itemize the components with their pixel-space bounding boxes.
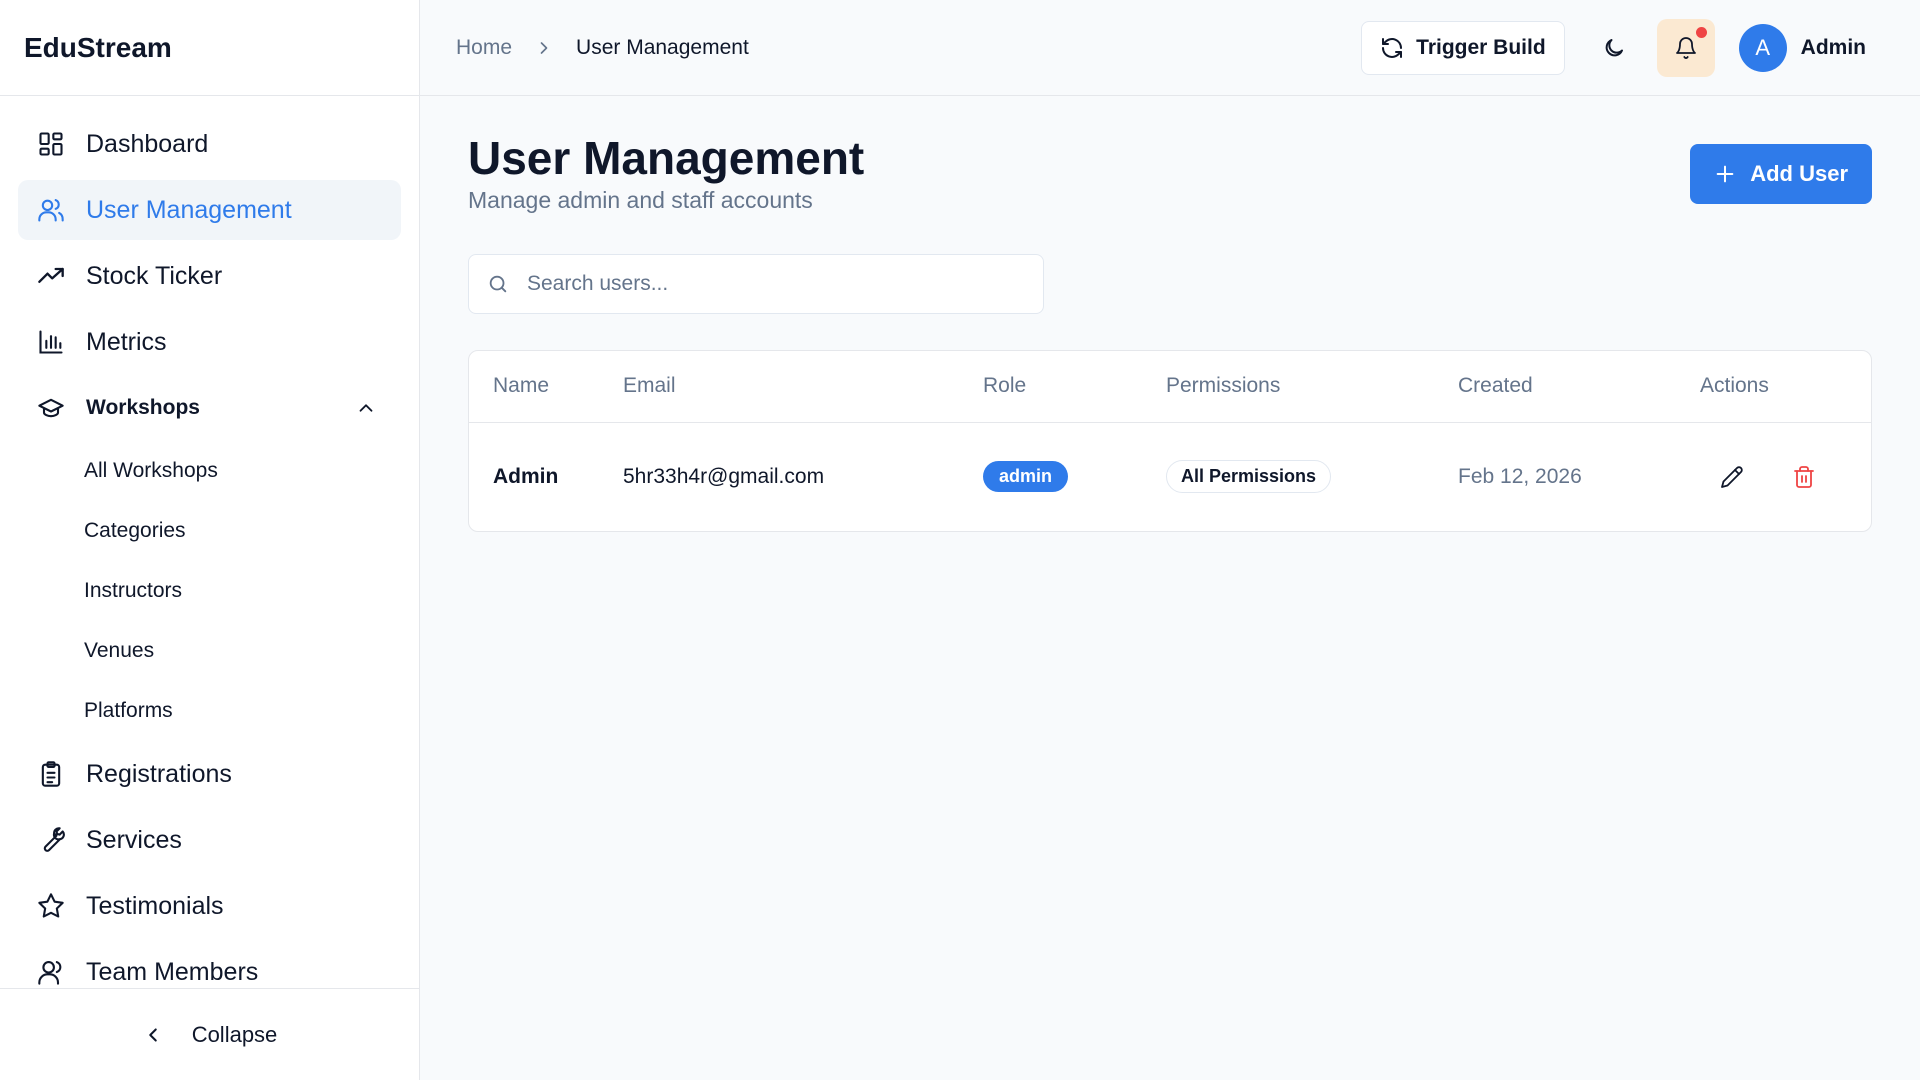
sidebar-item-dashboard[interactable]: Dashboard — [18, 114, 401, 174]
column-header-actions: Actions — [1700, 374, 1769, 398]
column-header-created[interactable]: Created — [1458, 374, 1700, 398]
column-header-name[interactable]: Name — [469, 374, 623, 398]
brand-logo[interactable]: EduStream — [0, 0, 419, 96]
sidebar-item-team-members[interactable]: Team Members — [18, 942, 401, 988]
sidebar-item-label: Dashboard — [86, 129, 209, 158]
sidebar-subitem-venues[interactable]: Venues — [18, 624, 401, 678]
plus-icon — [1716, 165, 1734, 183]
sidebar-item-label: Metrics — [86, 327, 167, 356]
pencil-icon — [1721, 466, 1743, 488]
notification-dot — [1695, 26, 1707, 38]
page-subtitle: Manage admin and staff accounts — [468, 186, 813, 213]
trigger-build-button[interactable]: Trigger Build — [1361, 20, 1565, 75]
add-user-label: Add User — [1750, 161, 1848, 186]
edit-user-button[interactable] — [1712, 457, 1752, 497]
sidebar-item-services[interactable]: Services — [18, 810, 401, 870]
moon-icon — [1605, 38, 1623, 56]
cell-permissions: All Permissions — [1166, 460, 1458, 494]
sidebar-item-user-management[interactable]: User Management — [18, 180, 401, 240]
cell-created: Feb 12, 2026 — [1458, 464, 1582, 488]
cell-name: Admin — [493, 464, 559, 488]
sidebar-subitem-platforms[interactable]: Platforms — [18, 684, 401, 738]
sidebar-subitem-all-workshops[interactable]: All Workshops — [18, 444, 401, 498]
chevron-up-icon[interactable] — [355, 397, 377, 419]
sidebar-subitem-instructors[interactable]: Instructors — [18, 564, 401, 618]
sidebar-item-stock-ticker[interactable]: Stock Ticker — [18, 246, 401, 306]
role-badge: admin — [983, 461, 1069, 493]
page-header: User Management Manage admin and staff a… — [468, 132, 1872, 214]
column-header-permissions[interactable]: Permissions — [1166, 374, 1458, 398]
column-header-role[interactable]: Role — [983, 374, 1166, 398]
clipboard-icon — [36, 759, 66, 789]
collapse-button[interactable]: Collapse — [0, 988, 419, 1080]
breadcrumb: Home User Management — [456, 36, 749, 60]
table-header: Name Email Role Permissions Created Acti… — [469, 351, 1871, 423]
delete-user-button[interactable] — [1784, 457, 1824, 497]
user-menu[interactable]: A Admin — [1738, 23, 1866, 72]
top-actions: Trigger Build A Admin — [1361, 18, 1866, 77]
graduation-cap-icon — [36, 393, 66, 423]
cell-role: admin — [983, 461, 1166, 493]
page-content: User Management Manage admin and staff a… — [420, 96, 1920, 532]
permissions-badge: All Permissions — [1166, 460, 1332, 494]
chevron-right-icon — [534, 38, 554, 58]
breadcrumb-home[interactable]: Home — [456, 36, 512, 60]
sidebar-item-label: Registrations — [86, 759, 232, 788]
users-table: Name Email Role Permissions Created Acti… — [468, 349, 1872, 532]
cell-email: 5hr33h4r@gmail.com — [623, 464, 825, 488]
sidebar-item-testimonials[interactable]: Testimonials — [18, 876, 401, 936]
sidebar-item-label: Services — [86, 825, 182, 854]
sidebar-nav: Dashboard User Management Stock Ticker M… — [0, 96, 419, 988]
theme-toggle-button[interactable] — [1585, 19, 1643, 77]
star-icon — [36, 891, 66, 921]
trash-icon — [1793, 465, 1814, 488]
user-name: Admin — [1800, 35, 1866, 59]
table-row: Admin 5hr33h4r@gmail.com admin All Permi… — [469, 423, 1871, 531]
cell-actions — [1700, 457, 1871, 497]
app-root: EduStream Dashboard User Management Stoc… — [0, 0, 1920, 1080]
add-user-button[interactable]: Add User — [1690, 144, 1872, 204]
user-icon — [36, 957, 66, 987]
bell-icon — [1675, 36, 1696, 59]
sidebar-item-metrics[interactable]: Metrics — [18, 312, 401, 372]
sidebar-group-label: Workshops — [86, 396, 200, 419]
main-area: Home User Management Trigger Build A Adm… — [420, 0, 1920, 1080]
sidebar: EduStream Dashboard User Management Stoc… — [0, 0, 420, 1080]
trigger-build-label: Trigger Build — [1416, 35, 1546, 59]
wrench-icon — [36, 825, 66, 855]
avatar: A — [1738, 23, 1787, 72]
chevron-left-icon — [148, 1027, 157, 1042]
collapse-label: Collapse — [191, 1021, 278, 1047]
search-input[interactable] — [527, 271, 1007, 296]
search-box — [468, 253, 1044, 314]
sidebar-item-label: Team Members — [86, 957, 259, 986]
sidebar-item-label: Stock Ticker — [86, 261, 223, 290]
search-icon — [489, 275, 507, 293]
column-header-email[interactable]: Email — [623, 374, 983, 398]
sidebar-subitem-categories[interactable]: Categories — [18, 504, 401, 558]
sidebar-item-label: User Management — [86, 195, 292, 224]
bar-chart-icon — [36, 327, 66, 357]
sidebar-item-registrations[interactable]: Registrations — [18, 744, 401, 804]
breadcrumb-current: User Management — [576, 35, 749, 59]
top-bar: Home User Management Trigger Build A Adm… — [420, 0, 1920, 96]
dashboard-icon — [36, 129, 66, 159]
notifications-button[interactable] — [1656, 18, 1715, 77]
trending-up-icon — [36, 261, 66, 291]
refresh-icon — [1382, 37, 1403, 58]
users-icon — [36, 195, 66, 225]
sidebar-item-label: Testimonials — [86, 891, 224, 920]
page-title: User Management — [468, 132, 865, 184]
sidebar-group-workshops[interactable]: Workshops — [18, 378, 401, 438]
